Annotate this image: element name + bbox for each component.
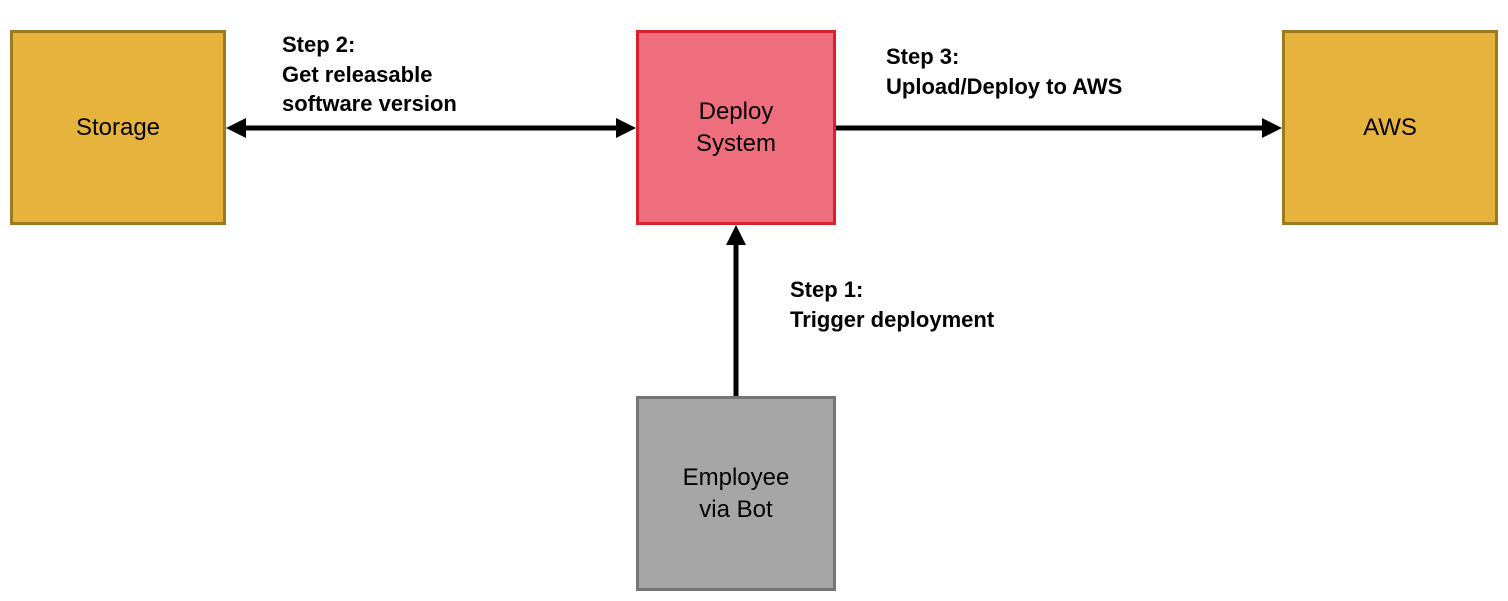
node-deploy-system-label: Deploy System [696,96,776,158]
edge-label-step2-title: Step 2: [282,32,355,57]
node-storage: Storage [10,30,226,225]
node-aws: AWS [1282,30,1498,225]
node-employee-via-bot-label: Employee via Bot [683,462,790,524]
edge-label-step2: Step 2: Get releasable software version [282,30,457,119]
node-deploy-system: Deploy System [636,30,836,225]
edge-label-step3-title: Step 3: [886,44,959,69]
node-aws-label: AWS [1363,112,1417,143]
edge-label-step3: Step 3: Upload/Deploy to AWS [886,42,1122,101]
node-employee-via-bot: Employee via Bot [636,396,836,591]
edge-label-step1-desc: Trigger deployment [790,307,994,332]
edge-label-step1-title: Step 1: [790,277,863,302]
edge-label-step2-desc: Get releasable software version [282,62,457,117]
node-storage-label: Storage [76,112,160,143]
connector-employee-deploy [723,225,749,396]
edge-label-step1: Step 1: Trigger deployment [790,275,994,334]
edge-label-step3-desc: Upload/Deploy to AWS [886,74,1122,99]
connector-deploy-aws [836,115,1282,141]
